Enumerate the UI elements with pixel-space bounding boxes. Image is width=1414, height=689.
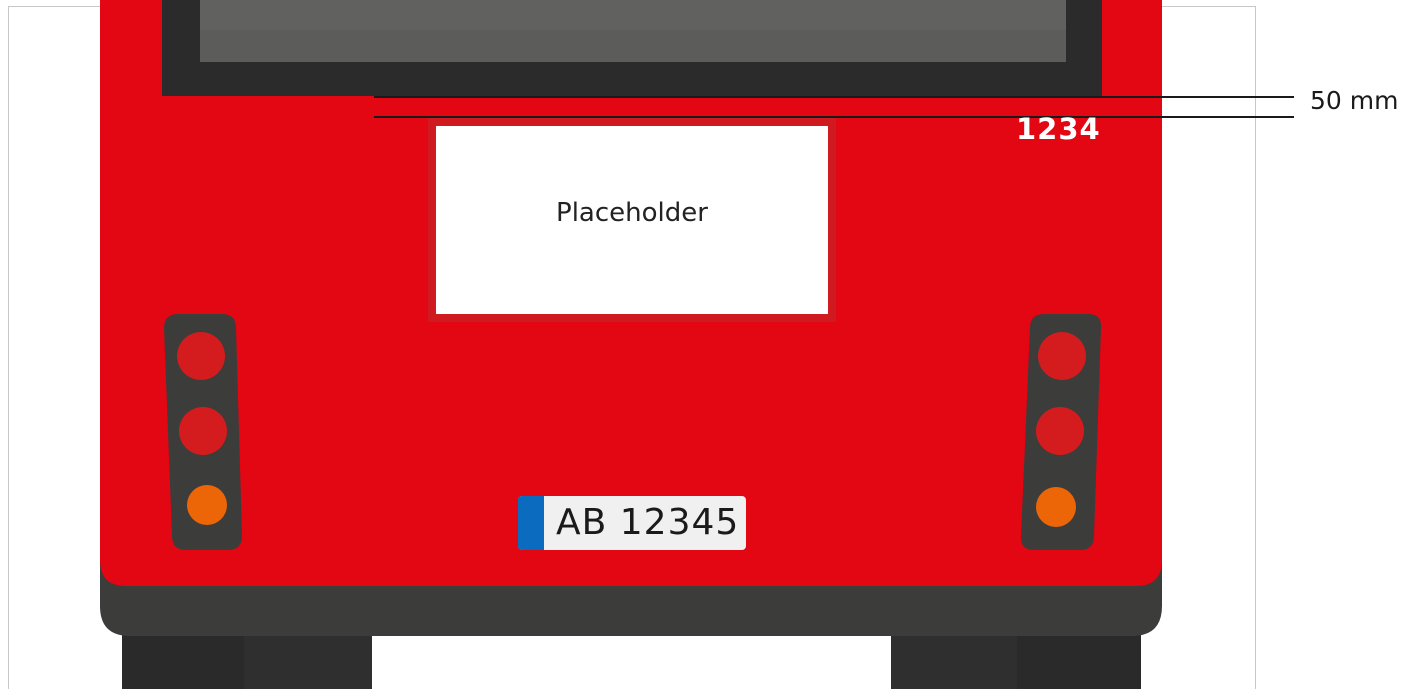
bus-rear-diagram: 50 mm 1234 Placeholder AB 12345 <box>0 0 1414 689</box>
tail-light-cluster-left-icon <box>164 314 242 550</box>
tail-light-cluster-right-icon <box>1020 314 1102 550</box>
license-plate-text: AB 12345 <box>556 502 740 543</box>
fleet-number: 1234 <box>1016 112 1101 146</box>
dimension-label: 50 mm <box>1310 86 1399 115</box>
display-placeholder-text: Placeholder <box>556 198 708 228</box>
bus-rear-illustration <box>100 0 1294 689</box>
